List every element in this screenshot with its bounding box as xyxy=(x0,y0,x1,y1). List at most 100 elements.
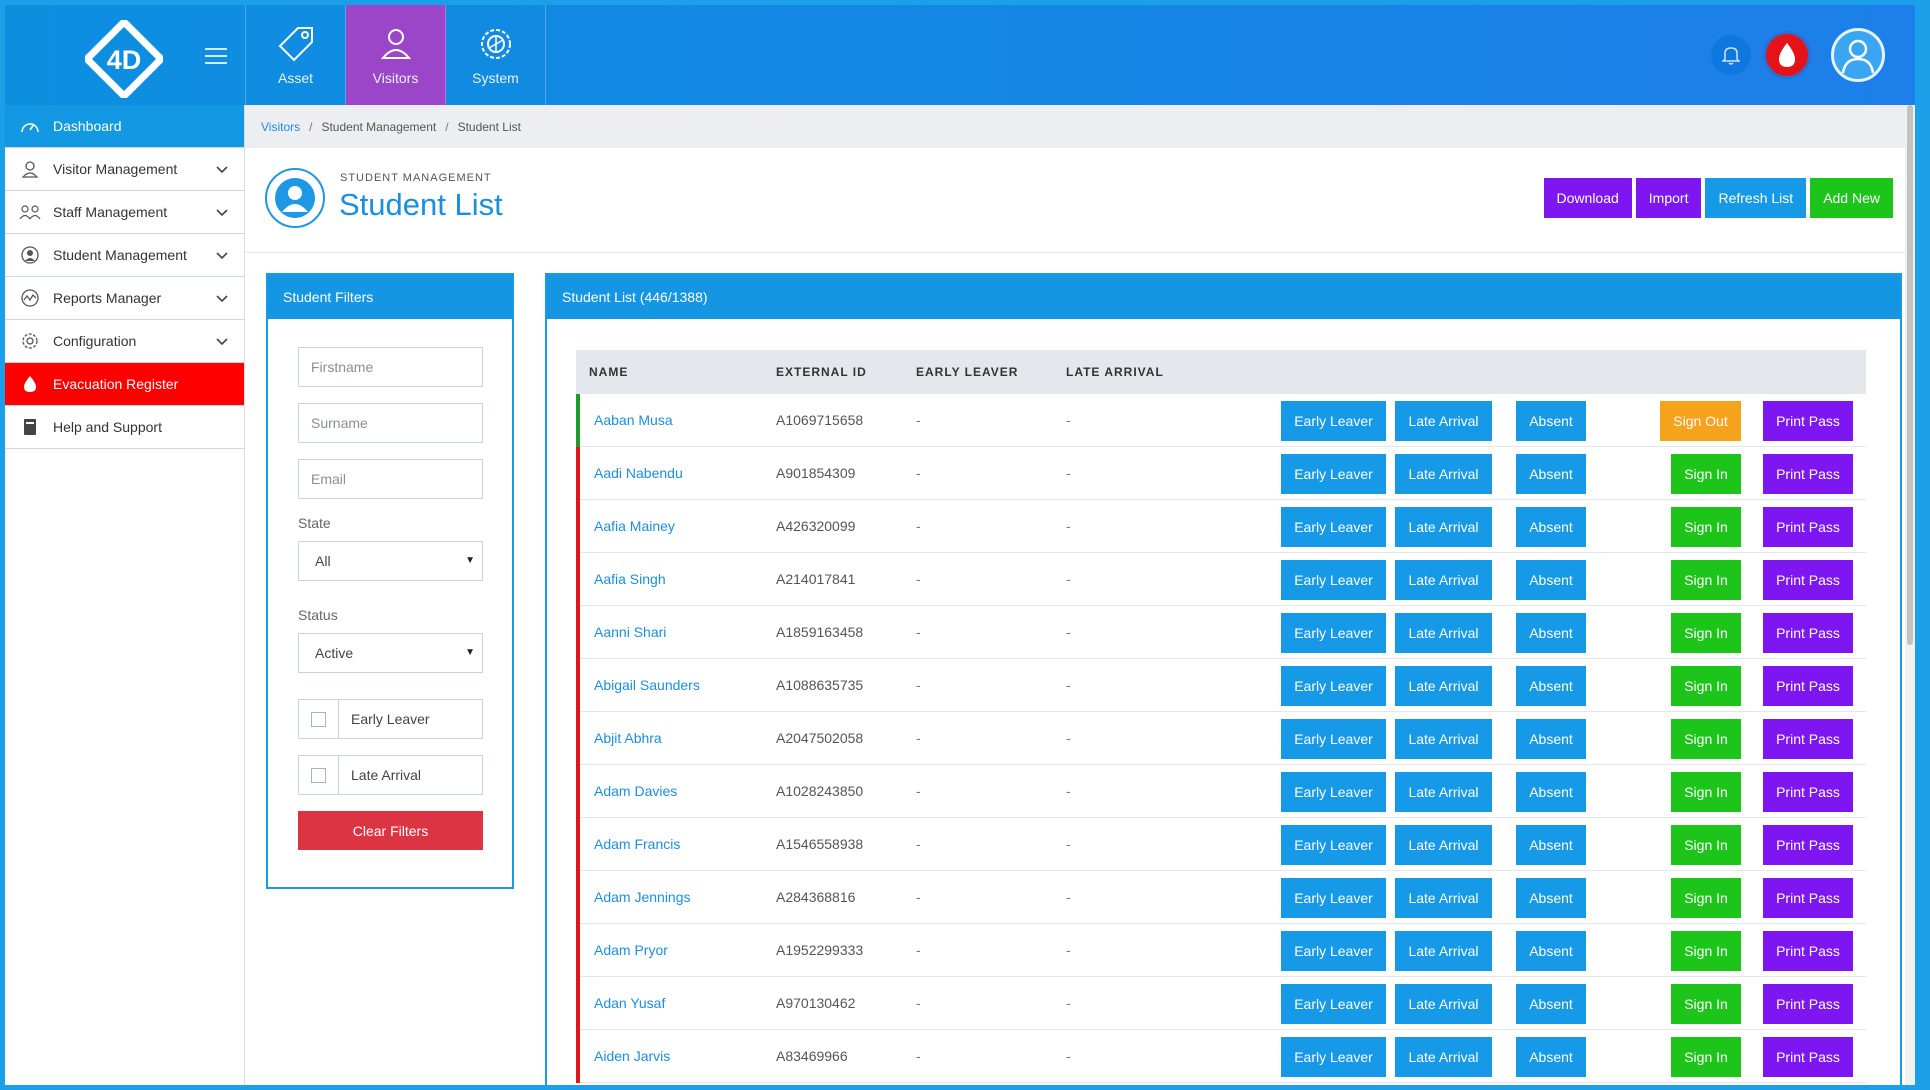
early-leaver-checkbox[interactable]: Early Leaver xyxy=(298,699,483,739)
absent-button[interactable]: Absent xyxy=(1516,507,1586,547)
topnav-asset[interactable]: Asset xyxy=(246,5,346,105)
student-name-link[interactable]: Aanni Shari xyxy=(594,624,666,640)
column-header-early-leaver[interactable]: EARLY LEAVER xyxy=(916,365,1018,379)
absent-button[interactable]: Absent xyxy=(1516,825,1586,865)
sidebar-item-help-and-support[interactable]: Help and Support xyxy=(5,406,244,449)
menu-toggle-icon[interactable] xyxy=(205,48,227,64)
late-arrival-button[interactable]: Late Arrival xyxy=(1395,984,1492,1024)
firstname-input[interactable]: Firstname xyxy=(298,347,483,387)
absent-button[interactable]: Absent xyxy=(1516,401,1586,441)
sign-in-button[interactable]: Sign In xyxy=(1671,931,1741,971)
early-leaver-button[interactable]: Early Leaver xyxy=(1281,772,1386,812)
evacuation-flame-icon[interactable] xyxy=(1763,31,1811,79)
sidebar-item-student-management[interactable]: Student Management xyxy=(5,234,244,277)
late-arrival-button[interactable]: Late Arrival xyxy=(1395,401,1492,441)
email-input[interactable]: Email xyxy=(298,459,483,499)
late-arrival-checkbox[interactable]: Late Arrival xyxy=(298,755,483,795)
student-name-link[interactable]: Abjit Abhra xyxy=(594,730,662,746)
absent-button[interactable]: Absent xyxy=(1516,878,1586,918)
late-arrival-button[interactable]: Late Arrival xyxy=(1395,454,1492,494)
download-button[interactable]: Download xyxy=(1543,178,1632,218)
print-pass-button[interactable]: Print Pass xyxy=(1763,878,1853,918)
absent-button[interactable]: Absent xyxy=(1516,560,1586,600)
notification-bell-icon[interactable] xyxy=(1711,35,1751,75)
absent-button[interactable]: Absent xyxy=(1516,931,1586,971)
checkbox[interactable] xyxy=(311,711,326,727)
student-name-link[interactable]: Aafia Singh xyxy=(594,571,666,587)
logo[interactable]: 4D xyxy=(82,17,166,101)
absent-button[interactable]: Absent xyxy=(1516,772,1586,812)
late-arrival-button[interactable]: Late Arrival xyxy=(1395,613,1492,653)
sign-in-button[interactable]: Sign In xyxy=(1671,719,1741,759)
early-leaver-button[interactable]: Early Leaver xyxy=(1281,401,1386,441)
sign-in-button[interactable]: Sign In xyxy=(1671,984,1741,1024)
print-pass-button[interactable]: Print Pass xyxy=(1763,719,1853,759)
checkbox[interactable] xyxy=(311,767,326,783)
print-pass-button[interactable]: Print Pass xyxy=(1763,984,1853,1024)
import-button[interactable]: Import xyxy=(1635,178,1702,218)
sidebar-item-configuration[interactable]: Configuration xyxy=(5,320,244,363)
status-select[interactable]: Active ▼ xyxy=(298,633,483,673)
absent-button[interactable]: Absent xyxy=(1516,984,1586,1024)
print-pass-button[interactable]: Print Pass xyxy=(1763,401,1853,441)
student-name-link[interactable]: Abigail Saunders xyxy=(594,677,700,693)
early-leaver-button[interactable]: Early Leaver xyxy=(1281,878,1386,918)
sidebar-item-visitor-management[interactable]: Visitor Management xyxy=(5,148,244,191)
print-pass-button[interactable]: Print Pass xyxy=(1763,931,1853,971)
late-arrival-button[interactable]: Late Arrival xyxy=(1395,772,1492,812)
student-name-link[interactable]: Aadi Nabendu xyxy=(594,465,683,481)
early-leaver-button[interactable]: Early Leaver xyxy=(1281,1037,1386,1077)
absent-button[interactable]: Absent xyxy=(1516,1037,1586,1077)
student-name-link[interactable]: Adam Pryor xyxy=(594,942,668,958)
absent-button[interactable]: Absent xyxy=(1516,613,1586,653)
late-arrival-button[interactable]: Late Arrival xyxy=(1395,666,1492,706)
breadcrumb-student-management[interactable]: Student Management xyxy=(321,120,436,134)
late-arrival-button[interactable]: Late Arrival xyxy=(1395,719,1492,759)
late-arrival-button[interactable]: Late Arrival xyxy=(1395,507,1492,547)
student-name-link[interactable]: Adam Jennings xyxy=(594,889,691,905)
sign-out-button[interactable]: Sign Out xyxy=(1660,401,1741,441)
late-arrival-button[interactable]: Late Arrival xyxy=(1395,825,1492,865)
student-name-link[interactable]: Aiden Jarvis xyxy=(594,1048,670,1064)
sign-in-button[interactable]: Sign In xyxy=(1671,878,1741,918)
early-leaver-button[interactable]: Early Leaver xyxy=(1281,613,1386,653)
sign-in-button[interactable]: Sign In xyxy=(1671,666,1741,706)
topnav-system[interactable]: System xyxy=(446,5,546,105)
early-leaver-button[interactable]: Early Leaver xyxy=(1281,454,1386,494)
sidebar-item-staff-management[interactable]: Staff Management xyxy=(5,191,244,234)
early-leaver-button[interactable]: Early Leaver xyxy=(1281,719,1386,759)
absent-button[interactable]: Absent xyxy=(1516,719,1586,759)
sign-in-button[interactable]: Sign In xyxy=(1671,454,1741,494)
student-name-link[interactable]: Adan Yusaf xyxy=(594,995,665,1011)
state-select[interactable]: All ▼ xyxy=(298,541,483,581)
sign-in-button[interactable]: Sign In xyxy=(1671,1037,1741,1077)
refresh-list-button[interactable]: Refresh List xyxy=(1705,178,1807,218)
absent-button[interactable]: Absent xyxy=(1516,454,1586,494)
early-leaver-button[interactable]: Early Leaver xyxy=(1281,984,1386,1024)
sidebar-item-dashboard[interactable]: Dashboard xyxy=(5,105,244,148)
early-leaver-button[interactable]: Early Leaver xyxy=(1281,507,1386,547)
absent-button[interactable]: Absent xyxy=(1516,666,1586,706)
sign-in-button[interactable]: Sign In xyxy=(1671,613,1741,653)
print-pass-button[interactable]: Print Pass xyxy=(1763,772,1853,812)
late-arrival-button[interactable]: Late Arrival xyxy=(1395,878,1492,918)
surname-input[interactable]: Surname xyxy=(298,403,483,443)
sidebar-item-evacuation-register[interactable]: Evacuation Register xyxy=(5,363,244,406)
early-leaver-button[interactable]: Early Leaver xyxy=(1281,825,1386,865)
add-new-button[interactable]: Add New xyxy=(1810,178,1893,218)
topnav-visitors[interactable]: Visitors xyxy=(346,5,446,105)
early-leaver-button[interactable]: Early Leaver xyxy=(1281,560,1386,600)
late-arrival-button[interactable]: Late Arrival xyxy=(1395,560,1492,600)
late-arrival-button[interactable]: Late Arrival xyxy=(1395,1037,1492,1077)
student-name-link[interactable]: Aafia Mainey xyxy=(594,518,675,534)
sidebar-item-reports-manager[interactable]: Reports Manager xyxy=(5,277,244,320)
page-scrollbar[interactable] xyxy=(1905,105,1915,1085)
print-pass-button[interactable]: Print Pass xyxy=(1763,1037,1853,1077)
student-name-link[interactable]: Adam Francis xyxy=(594,836,680,852)
print-pass-button[interactable]: Print Pass xyxy=(1763,825,1853,865)
student-name-link[interactable]: Adam Davies xyxy=(594,783,677,799)
breadcrumb-visitors[interactable]: Visitors xyxy=(261,120,300,134)
student-name-link[interactable]: Aaban Musa xyxy=(594,412,673,428)
column-header-external-id[interactable]: EXTERNAL ID xyxy=(776,365,867,379)
clear-filters-button[interactable]: Clear Filters xyxy=(298,811,483,850)
